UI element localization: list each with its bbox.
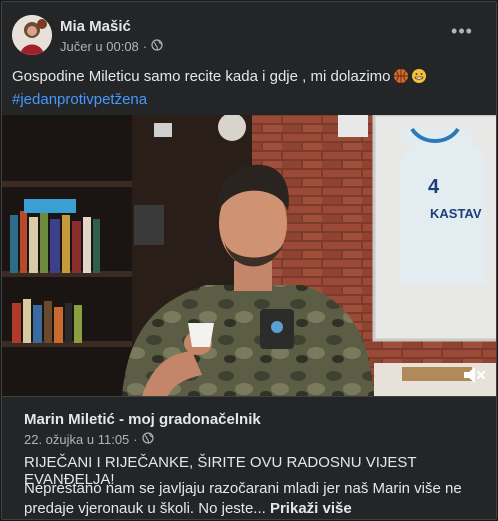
shared-post-body: Neprestano nam se javljaju razočarani ml… [24,479,480,519]
globe-icon [142,432,154,447]
post-timestamp[interactable]: Jučer u 00:08 [60,39,139,54]
meta-separator: · [142,39,148,54]
shared-post-text: Neprestano nam se javljaju razočarani ml… [24,480,462,517]
meta-separator: · [133,432,138,447]
see-more-link[interactable]: Prikaži više [270,500,352,517]
globe-icon [151,39,163,54]
more-options-button[interactable]: ••• [450,22,474,45]
hashtag-link[interactable]: #jedanprotivpetžena [12,90,488,110]
shared-post-author[interactable]: Marin Miletić - moj gradonačelnik [24,411,261,428]
avatar[interactable] [12,15,52,55]
jersey-number: 4 [428,176,440,198]
shared-post-preview[interactable]: Marin Miletić - moj gradonačelnik 22. ož… [2,396,496,519]
shared-post-timestamp[interactable]: 22. ožujka u 11:05 [24,432,129,447]
post-header: Mia Mašić Jučer u 00:08 · ••• [12,15,488,59]
facebook-post: Mia Mašić Jučer u 00:08 · ••• Gospodine … [1,1,497,520]
video-player[interactable]: 4 KASTAV [2,115,496,396]
jersey-text: KASTAV [430,206,482,221]
video-frame: 4 KASTAV [2,115,496,396]
post-meta: Jučer u 00:08 · [60,39,163,54]
caption-text: Gospodine Mileticu samo recite kada i gd… [12,68,391,85]
post-caption: Gospodine Mileticu samo recite kada i gd… [12,67,488,110]
post-author[interactable]: Mia Mašić [60,18,131,35]
grinning-face-emoji [411,68,427,90]
speaker-muted-icon[interactable] [462,364,486,386]
shared-post-meta: 22. ožujka u 11:05 · [24,432,154,447]
basketball-emoji [393,68,409,90]
